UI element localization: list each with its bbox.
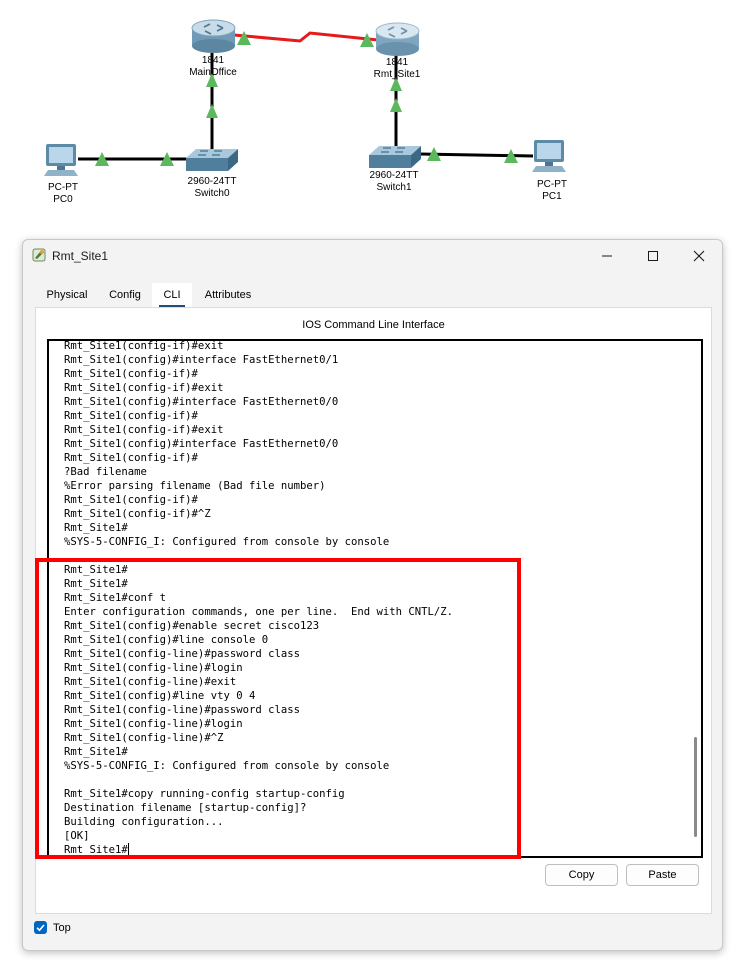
device-name: Switch1 (376, 182, 412, 193)
router-icon-rmtsite1[interactable] (375, 22, 420, 56)
tab-label: Attributes (204, 289, 252, 301)
device-name: PC1 (542, 191, 562, 202)
close-button[interactable] (676, 242, 722, 270)
port-up-indicators (95, 31, 518, 166)
router-icon-mainoffice[interactable] (191, 19, 236, 53)
close-icon (693, 250, 705, 262)
device-model: 2960-24TT (187, 176, 237, 187)
tab-physical[interactable]: Physical (35, 283, 99, 307)
terminal-line: Rmt_Site1(config-if)# (64, 368, 198, 380)
terminal-line: Rmt_Site1# (64, 522, 128, 534)
switch-icon-switch1[interactable] (369, 146, 421, 168)
device-label-rmtsite1: 1841 Rmt_Site1 (366, 57, 428, 81)
device-model: PC-PT (537, 179, 567, 190)
device-label-switch1: 2960-24TT Switch1 (362, 170, 426, 194)
terminal-line: Rmt_Site1(config-if)# (64, 410, 198, 422)
device-model: 1841 (201, 55, 225, 66)
tab-label: CLI (163, 289, 181, 301)
device-name: PC0 (53, 194, 73, 205)
terminal-line: %SYS-5-CONFIG_I: Configured from console… (64, 536, 390, 548)
panel-title: IOS Command Line Interface (302, 319, 445, 331)
terminal-line: Rmt_Site1(config-if)#exit (64, 382, 224, 394)
terminal-line: Rmt_Site1(config)#interface FastEthernet… (64, 396, 339, 408)
device-label-switch0: 2960-24TT Switch0 (180, 176, 244, 200)
terminal-line: Rmt_Site1(config-if)#^Z (64, 508, 211, 520)
terminal-line: ?Bad filename (64, 466, 147, 478)
device-model: 2960-24TT (369, 170, 419, 181)
window-title: Rmt_Site1 (52, 249, 109, 263)
pc-icon-pc1[interactable] (532, 140, 566, 172)
paste-button[interactable]: Paste (626, 864, 699, 886)
minimize-icon (602, 255, 612, 257)
title-bar[interactable]: Rmt_Site1 (23, 240, 722, 272)
terminal-line: Rmt_Site1(config-if)# (64, 452, 198, 464)
highlight-box (35, 558, 521, 859)
tab-attributes[interactable]: Attributes (195, 283, 261, 307)
maximize-button[interactable] (630, 242, 676, 270)
terminal-line: Rmt_Site1(config-if)#exit (64, 340, 224, 352)
terminal-scrollbar[interactable] (694, 737, 697, 837)
device-name: Rmt_Site1 (373, 69, 421, 80)
router-config-icon (32, 248, 46, 262)
device-model: PC-PT (48, 182, 78, 193)
device-label-pc0: PC-PT PC0 (38, 182, 88, 206)
switch-icon-switch0[interactable] (186, 149, 238, 171)
terminal-line: Rmt_Site1(config)#interface FastEthernet… (64, 438, 339, 450)
pc-icon-pc0[interactable] (44, 144, 78, 176)
terminal-line: %Error parsing filename (Bad file number… (64, 480, 326, 492)
top-checkbox[interactable] (34, 921, 47, 934)
tab-label: Physical (46, 289, 88, 301)
device-name: MainOffice (189, 67, 237, 78)
top-checkbox-label: Top (53, 922, 71, 934)
serial-link-mainoffice-rmtsite1[interactable] (233, 31, 379, 43)
device-label-pc1: PC-PT PC1 (527, 179, 577, 203)
minimize-button[interactable] (584, 242, 630, 270)
device-label-mainoffice: 1841 MainOffice (183, 55, 243, 79)
tab-label: Config (109, 289, 141, 301)
checkmark-icon (36, 924, 45, 932)
tab-cli[interactable]: CLI (152, 283, 192, 307)
terminal-line: Rmt_Site1(config-if)#exit (64, 424, 224, 436)
terminal-line: Rmt_Site1(config)#interface FastEthernet… (64, 354, 339, 366)
device-name: Switch0 (194, 188, 230, 199)
terminal-line: Rmt_Site1(config-if)# (64, 494, 198, 506)
copy-button[interactable]: Copy (545, 864, 618, 886)
tab-config[interactable]: Config (101, 283, 149, 307)
maximize-icon (648, 251, 658, 261)
device-model: 1841 (385, 57, 409, 68)
